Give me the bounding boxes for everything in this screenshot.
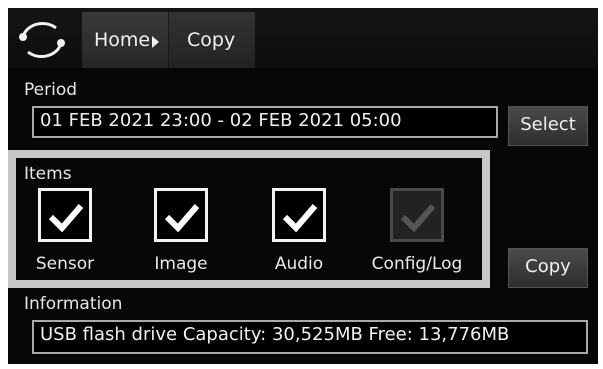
checkmark-icon <box>48 204 84 233</box>
top-bar: Home Copy <box>8 8 598 68</box>
sensor-label: Sensor <box>35 254 95 274</box>
sensor-checkbox[interactable] <box>38 188 92 242</box>
audio-checkbox[interactable] <box>272 188 326 242</box>
config-log-checkbox <box>390 188 444 242</box>
items-label: Items <box>24 164 72 184</box>
checkmark-icon <box>164 204 200 233</box>
information-label: Information <box>24 294 123 314</box>
period-field[interactable]: 01 FEB 2021 23:00 - 02 FEB 2021 05:00 <box>32 106 498 138</box>
breadcrumb-current-label: Copy <box>187 29 236 51</box>
information-field: USB flash drive Capacity: 30,525MB Free:… <box>32 320 588 354</box>
image-label: Image <box>154 254 208 274</box>
breadcrumb-current: Copy <box>168 12 255 68</box>
triangle-right-icon <box>152 36 159 48</box>
select-button[interactable]: Select <box>508 106 588 146</box>
image-checkbox[interactable] <box>154 188 208 242</box>
checkmark-icon <box>400 204 436 233</box>
period-label: Period <box>24 80 78 100</box>
config-log-label: Config/Log <box>371 254 463 274</box>
audio-label: Audio <box>274 254 324 274</box>
logo-icon[interactable] <box>8 8 80 68</box>
checkmark-icon <box>282 204 318 233</box>
breadcrumb-home-label: Home <box>94 29 151 51</box>
copy-screen: Home Copy Period 01 FEB 2021 23:00 - 02 … <box>8 8 598 364</box>
copy-button[interactable]: Copy <box>508 248 588 288</box>
breadcrumb-home[interactable]: Home <box>82 12 168 68</box>
